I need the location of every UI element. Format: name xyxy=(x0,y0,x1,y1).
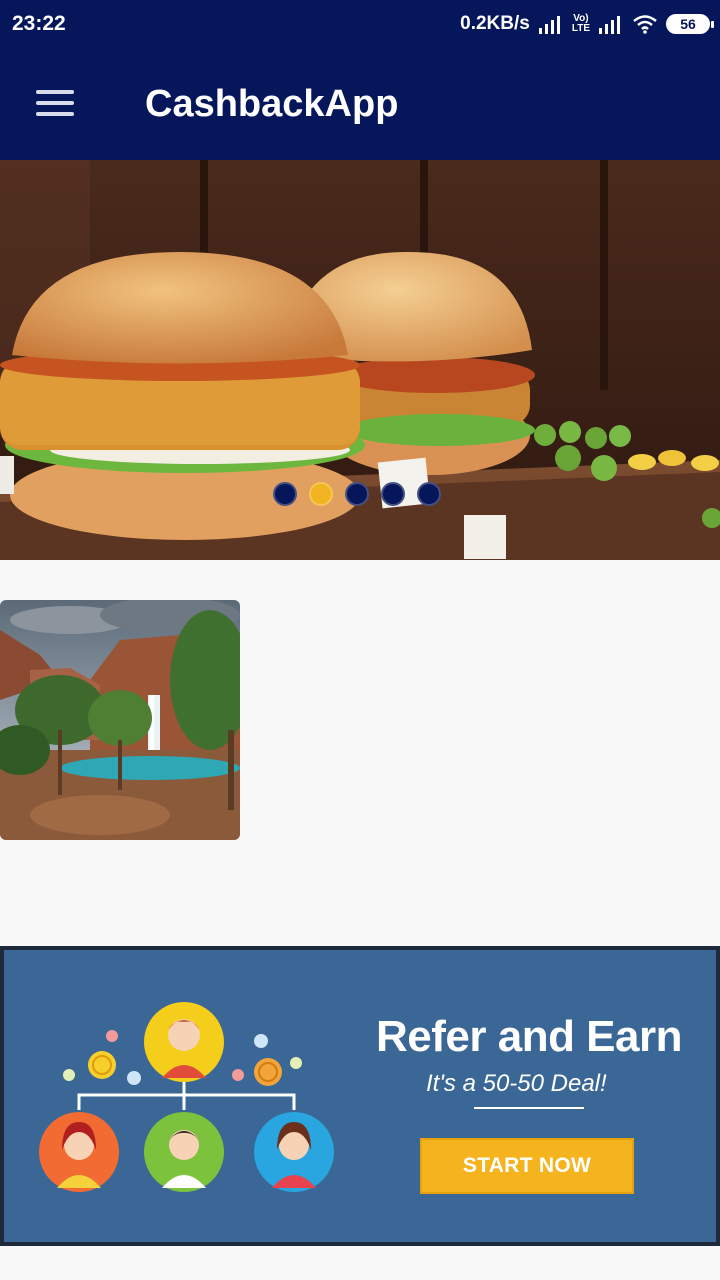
carousel-dot-5[interactable] xyxy=(417,482,441,506)
carousel-indicators xyxy=(273,482,441,506)
carousel-dot-1[interactable] xyxy=(273,482,297,506)
network-speed: 0.2KB/s xyxy=(460,13,530,34)
status-bar: 23:22 0.2KB/s Vo) LTE 56 xyxy=(0,0,720,48)
battery-icon: 56 xyxy=(666,14,714,34)
status-time: 23:22 xyxy=(12,12,66,35)
divider xyxy=(474,1107,584,1109)
signal-icon-2 xyxy=(599,16,620,34)
banner-carousel[interactable] xyxy=(0,160,720,560)
waterfall-thumbnail[interactable] xyxy=(0,600,240,840)
app-title: CashbackApp xyxy=(145,83,399,125)
refer-title: Refer and Earn xyxy=(376,1012,682,1061)
referral-network-illustration xyxy=(39,1002,334,1192)
volte-icon: Vo) LTE xyxy=(572,14,590,34)
carousel-dot-4[interactable] xyxy=(381,482,405,506)
carousel-dot-3[interactable] xyxy=(345,482,369,506)
wifi-icon xyxy=(633,15,657,34)
waterfall-image xyxy=(0,600,240,840)
status-icons: 0.2KB/s Vo) LTE 56 xyxy=(460,10,714,38)
signal-icon xyxy=(538,16,560,34)
carousel-dot-2[interactable] xyxy=(309,482,333,506)
lte-label: LTE xyxy=(571,23,590,34)
refer-subtitle: It's a 50-50 Deal! xyxy=(426,1070,607,1097)
app-bar: CashbackApp xyxy=(0,48,720,160)
hamburger-menu-icon[interactable] xyxy=(26,78,86,128)
refer-earn-banner[interactable]: Refer and Earn It's a 50-50 Deal! START … xyxy=(0,946,720,1246)
start-now-button[interactable]: START NOW xyxy=(420,1138,634,1194)
